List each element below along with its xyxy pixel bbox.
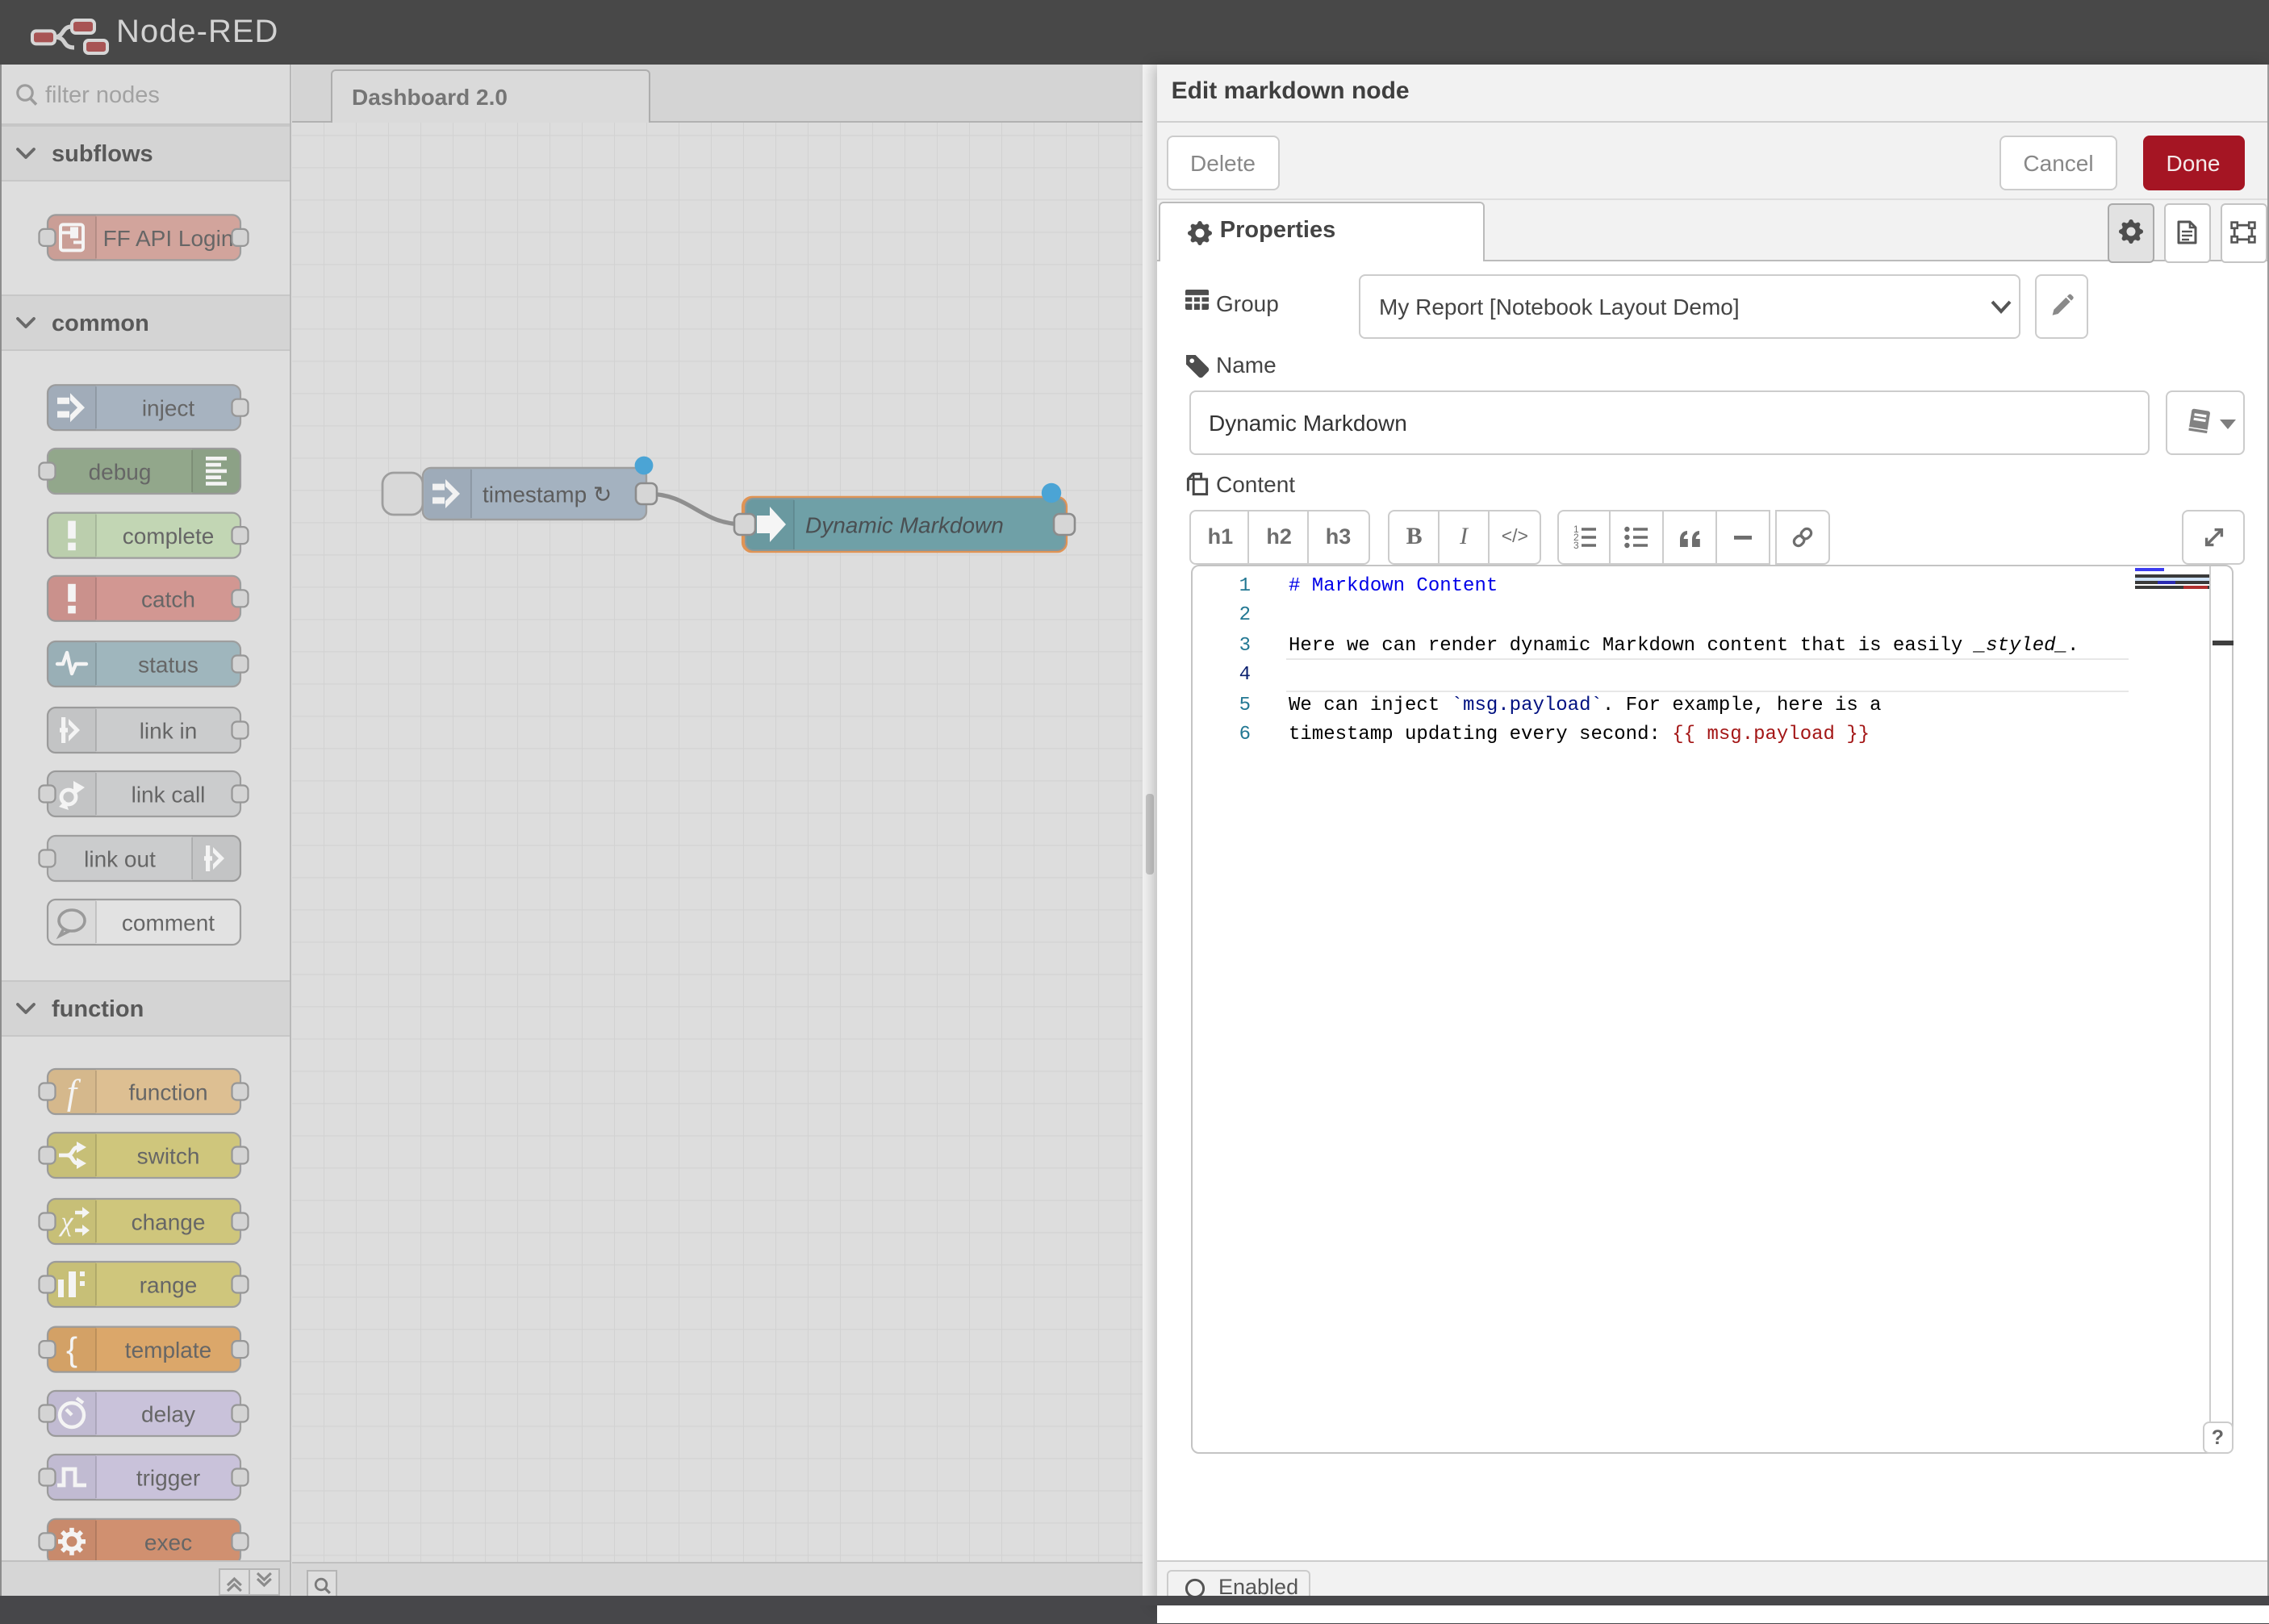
- svg-text:subflows: subflows: [52, 141, 153, 167]
- svg-text:status: status: [138, 653, 198, 678]
- svg-text:change: change: [132, 1210, 206, 1235]
- svg-text:debug: debug: [89, 460, 152, 485]
- svg-text:catch: catch: [141, 587, 195, 612]
- svg-text:comment: comment: [122, 911, 215, 936]
- svg-text:link in: link in: [140, 719, 198, 744]
- svg-text:trigger: trigger: [136, 1466, 200, 1491]
- svg-text:link call: link call: [132, 783, 206, 808]
- svg-text:filter nodes: filter nodes: [45, 82, 160, 108]
- svg-text:link out: link out: [84, 847, 156, 872]
- svg-text:switch: switch: [137, 1144, 200, 1169]
- svg-text:3: 3: [1573, 540, 1578, 550]
- svg-text:FF API Login: FF API Login: [103, 226, 234, 251]
- svg-text:range: range: [140, 1273, 198, 1298]
- svg-text:χ: χ: [59, 1208, 74, 1238]
- svg-text:exec: exec: [144, 1530, 192, 1555]
- svg-text:template: template: [125, 1338, 211, 1363]
- svg-text:Dynamic Markdown: Dynamic Markdown: [804, 512, 1003, 537]
- svg-text:inject: inject: [142, 396, 195, 421]
- svg-text:function: function: [52, 996, 144, 1022]
- svg-text:function: function: [128, 1080, 207, 1105]
- svg-text:common: common: [52, 311, 149, 336]
- svg-text:delay: delay: [141, 1402, 195, 1427]
- svg-text:complete: complete: [123, 524, 215, 549]
- svg-text:timestamp ↻: timestamp ↻: [482, 482, 611, 507]
- svg-text:{: {: [66, 1330, 77, 1368]
